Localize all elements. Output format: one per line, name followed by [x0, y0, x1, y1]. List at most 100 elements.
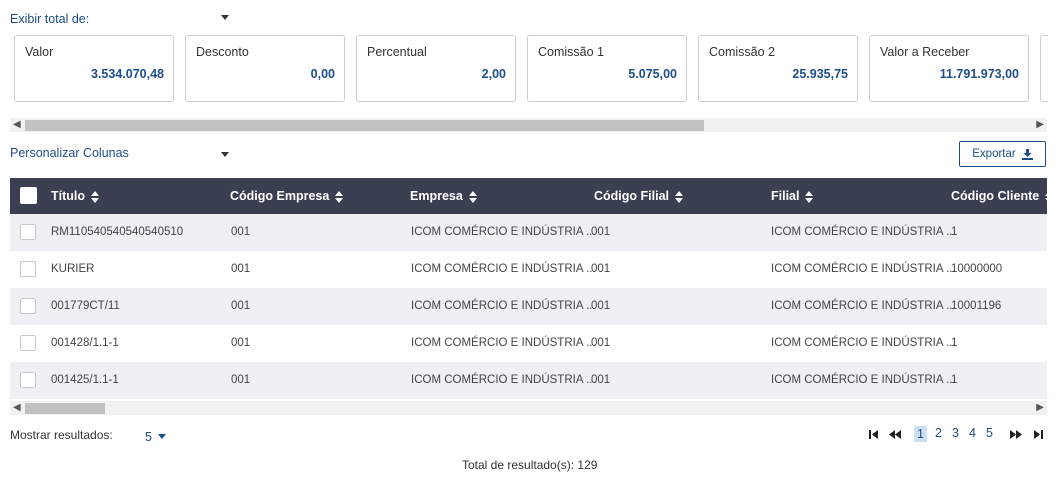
cell-codigo-filial: 001: [591, 337, 611, 349]
columns-selector-label: Personalizar Colunas: [10, 146, 129, 160]
cell-codigo-empresa: 001: [231, 263, 251, 275]
sort-icon[interactable]: [805, 190, 814, 203]
table-scrollbar[interactable]: ◀ ▶: [10, 401, 1047, 415]
table-row[interactable]: KURIER 001 ICOM COMÉRCIO E INDÚSTRIA ...…: [10, 251, 1047, 288]
scroll-right-icon[interactable]: ▶: [1036, 119, 1044, 131]
header-label: Código Cliente: [951, 189, 1040, 203]
card-comissao-1: Comissão 1 5.075,00: [527, 35, 687, 102]
sort-icon[interactable]: [675, 190, 683, 203]
cell-codigo-filial: 001: [591, 374, 611, 386]
scroll-right-icon[interactable]: ▶: [1036, 402, 1044, 414]
card-label: Comissão 1: [538, 45, 604, 59]
cell-codigo-cliente: 10001196: [951, 300, 1002, 312]
page-2[interactable]: 2: [935, 426, 942, 440]
header-codigo-cliente[interactable]: Código Cliente: [951, 178, 1047, 214]
cell-filial: ICOM COMÉRCIO E INDÚSTRIA ...: [771, 226, 956, 238]
header-codigo-filial[interactable]: Código Filial: [594, 178, 683, 214]
table-row[interactable]: RM110540540540540510 001 ICOM COMÉRCIO E…: [10, 214, 1047, 251]
cell-titulo: 001779CT/11: [51, 300, 120, 312]
cell-empresa: ICOM COMÉRCIO E INDÚSTRIA ...: [411, 263, 596, 275]
table-row[interactable]: 001425/1.1-1 001 ICOM COMÉRCIO E INDÚSTR…: [10, 362, 1047, 399]
cell-filial: ICOM COMÉRCIO E INDÚSTRIA ...: [771, 300, 956, 312]
cell-filial: ICOM COMÉRCIO E INDÚSTRIA ...: [771, 263, 956, 275]
last-page-icon[interactable]: [1033, 429, 1044, 440]
table-row[interactable]: 001428/1.1-1 001 ICOM COMÉRCIO E INDÚSTR…: [10, 325, 1047, 362]
card-label: Desconto: [196, 45, 249, 59]
row-checkbox[interactable]: [20, 372, 36, 388]
card-value: 2,00: [481, 67, 506, 81]
cell-titulo: RM110540540540540510: [51, 226, 184, 238]
export-label: Exportar: [972, 148, 1016, 160]
row-checkbox[interactable]: [20, 298, 36, 314]
cell-codigo-empresa: 001: [231, 226, 251, 238]
cell-codigo-filial: 001: [591, 300, 611, 312]
sort-icon[interactable]: [91, 190, 100, 203]
sort-icon[interactable]: [1045, 190, 1047, 203]
card-comissao-2: Comissão 2 25.935,75: [698, 35, 858, 102]
page-size-value[interactable]: 5: [145, 430, 152, 444]
card-valor-a-receber: Valor a Receber 11.791.973,00: [869, 35, 1029, 102]
card-desconto: Desconto 0,00: [185, 35, 345, 102]
card-value: 25.935,75: [792, 67, 848, 81]
cell-filial: ICOM COMÉRCIO E INDÚSTRIA ...: [771, 337, 956, 349]
cell-empresa: ICOM COMÉRCIO E INDÚSTRIA ...: [411, 300, 596, 312]
page-4[interactable]: 4: [969, 426, 976, 440]
card-label: Percentual: [367, 45, 427, 59]
header-label: Filial: [771, 189, 800, 203]
page-5[interactable]: 5: [986, 426, 993, 440]
header-empresa[interactable]: Empresa: [410, 178, 477, 214]
cell-codigo-cliente: 1: [951, 226, 958, 238]
summary-selector-caret-icon[interactable]: [221, 15, 229, 20]
card-value: 3.534.070,48: [91, 67, 164, 81]
summary-selector-label: Exibir total de:: [10, 12, 90, 26]
header-label: Título: [51, 189, 86, 203]
header-titulo[interactable]: Título: [51, 178, 100, 214]
next-page-icon[interactable]: [1009, 429, 1023, 440]
prev-page-icon[interactable]: [888, 429, 902, 440]
header-filial[interactable]: Filial: [771, 178, 814, 214]
summary-cards: Valor 3.534.070,48 Desconto 0,00 Percent…: [14, 35, 1048, 105]
first-page-icon[interactable]: [868, 429, 879, 440]
cell-titulo: 001425/1.1-1: [51, 374, 119, 386]
cell-codigo-filial: 001: [591, 226, 611, 238]
row-checkbox[interactable]: [20, 224, 36, 240]
scrollbar-thumb[interactable]: [25, 403, 105, 414]
header-codigo-empresa[interactable]: Código Empresa: [230, 178, 344, 214]
scroll-left-icon[interactable]: ◀: [13, 119, 21, 131]
select-all-checkbox[interactable]: [20, 187, 37, 204]
cell-codigo-cliente: 1: [951, 337, 958, 349]
card-percentual: Percentual 2,00: [356, 35, 516, 102]
cell-codigo-cliente: 10000000: [951, 263, 1003, 275]
export-button[interactable]: Exportar: [959, 141, 1046, 167]
page-size-label: Mostrar resultados:: [10, 428, 113, 442]
cell-empresa: ICOM COMÉRCIO E INDÚSTRIA ...: [411, 337, 596, 349]
page-1[interactable]: 1: [914, 426, 927, 442]
card-value: 5.075,00: [628, 67, 677, 81]
table-row[interactable]: 001779CT/11 001 ICOM COMÉRCIO E INDÚSTRI…: [10, 288, 1047, 325]
sort-icon[interactable]: [468, 190, 477, 203]
page-size-caret-icon[interactable]: [158, 434, 166, 439]
download-icon: [1021, 148, 1033, 160]
scroll-left-icon[interactable]: ◀: [13, 402, 21, 414]
page-3[interactable]: 3: [952, 426, 959, 440]
total-results: Total de resultado(s): 129: [462, 458, 598, 472]
card-partial: [1040, 35, 1048, 102]
header-label: Código Empresa: [230, 189, 330, 203]
cell-titulo: KURIER: [51, 263, 95, 275]
columns-selector-caret-icon[interactable]: [221, 152, 229, 157]
card-label: Valor: [25, 45, 54, 59]
cell-empresa: ICOM COMÉRCIO E INDÚSTRIA ...: [411, 226, 596, 238]
cell-codigo-empresa: 001: [231, 374, 251, 386]
table-header: Título Código Empresa Empresa Código Fil…: [10, 178, 1047, 214]
cell-empresa: ICOM COMÉRCIO E INDÚSTRIA ...: [411, 374, 596, 386]
cards-scrollbar[interactable]: ◀ ▶: [10, 118, 1047, 132]
card-valor: Valor 3.534.070,48: [14, 35, 174, 102]
results-table: Título Código Empresa Empresa Código Fil…: [10, 178, 1047, 400]
card-value: 0,00: [310, 67, 335, 81]
sort-icon[interactable]: [335, 190, 344, 203]
cell-filial: ICOM COMÉRCIO E INDÚSTRIA ...: [771, 374, 956, 386]
row-checkbox[interactable]: [20, 261, 36, 277]
scrollbar-thumb[interactable]: [25, 120, 704, 131]
cell-codigo-empresa: 001: [231, 300, 251, 312]
row-checkbox[interactable]: [20, 335, 36, 351]
